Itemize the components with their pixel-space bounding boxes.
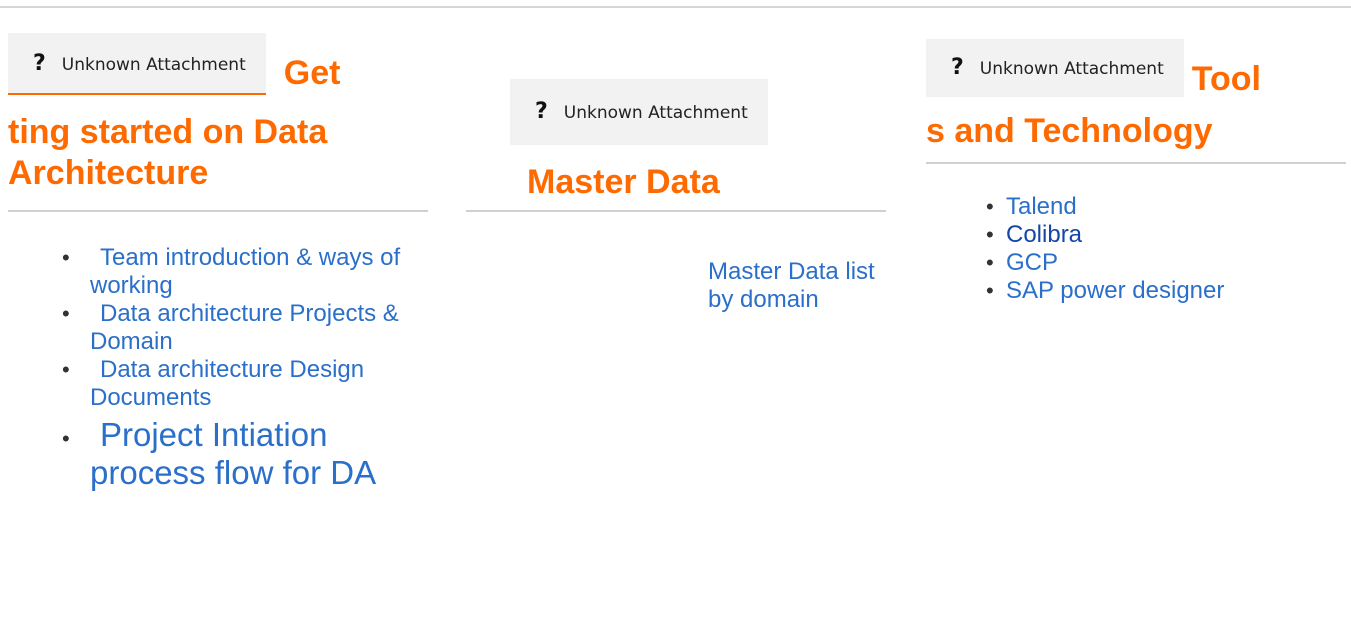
unknown-attachment-1[interactable]: ? Unknown Attachment (8, 33, 266, 95)
list-item: • SAP power designer (986, 277, 1225, 304)
attachment-label: Unknown Attachment (563, 103, 748, 123)
attachment-label: Unknown Attachment (61, 55, 246, 75)
attachment-label: Unknown Attachment (979, 59, 1164, 79)
question-icon: ? (951, 55, 964, 80)
unknown-attachment-2[interactable]: ? Unknown Attachment (510, 79, 768, 145)
section-heading-part: Tool (1191, 60, 1261, 98)
section-heading: Master Data (527, 163, 720, 201)
gcp-link[interactable]: GCP (1006, 249, 1058, 276)
list-item: • Team introduction & ways of working (56, 244, 416, 300)
list-item: • GCP (986, 249, 1059, 276)
list-item: • Colibra (986, 221, 1083, 248)
project-initiation-link[interactable]: Project Intiation process flow for DA (90, 416, 390, 492)
talend-link[interactable]: Talend (1006, 193, 1077, 220)
getting-started-links: • Team introduction & ways of working • … (56, 244, 416, 492)
design-documents-link[interactable]: Data architecture Design Documents (90, 356, 416, 412)
colibra-link[interactable]: Colibra (1006, 221, 1082, 248)
sap-power-designer-link[interactable]: SAP power designer (1006, 277, 1224, 304)
question-icon: ? (535, 99, 548, 124)
master-data-links: Master Data list by domain (708, 258, 878, 314)
section-heading: ting started on Data Architecture (8, 113, 328, 192)
list-item: • Data architecture Projects & Domain (56, 300, 416, 356)
section-heading-part: Get (283, 54, 341, 92)
projects-domain-link[interactable]: Data architecture Projects & Domain (90, 300, 416, 356)
question-icon: ? (33, 51, 46, 76)
master-data-list-link[interactable]: Master Data list by domain (708, 258, 878, 314)
section-heading: s and Technology (926, 112, 1213, 150)
section-divider (926, 162, 1346, 164)
unknown-attachment-3[interactable]: ? Unknown Attachment (926, 39, 1184, 97)
list-item: • Talend (986, 193, 1077, 220)
list-item: Master Data list by domain (708, 258, 878, 314)
list-item: • Project Intiation process flow for DA (56, 416, 416, 492)
tools-links: • Talend • Colibra • GCP • SAP power des… (982, 193, 1342, 305)
section-divider (466, 210, 886, 212)
list-item: • Data architecture Design Documents (56, 356, 416, 416)
section-divider (8, 210, 428, 212)
team-introduction-link[interactable]: Team introduction & ways of working (90, 244, 416, 300)
top-divider (0, 6, 1351, 8)
